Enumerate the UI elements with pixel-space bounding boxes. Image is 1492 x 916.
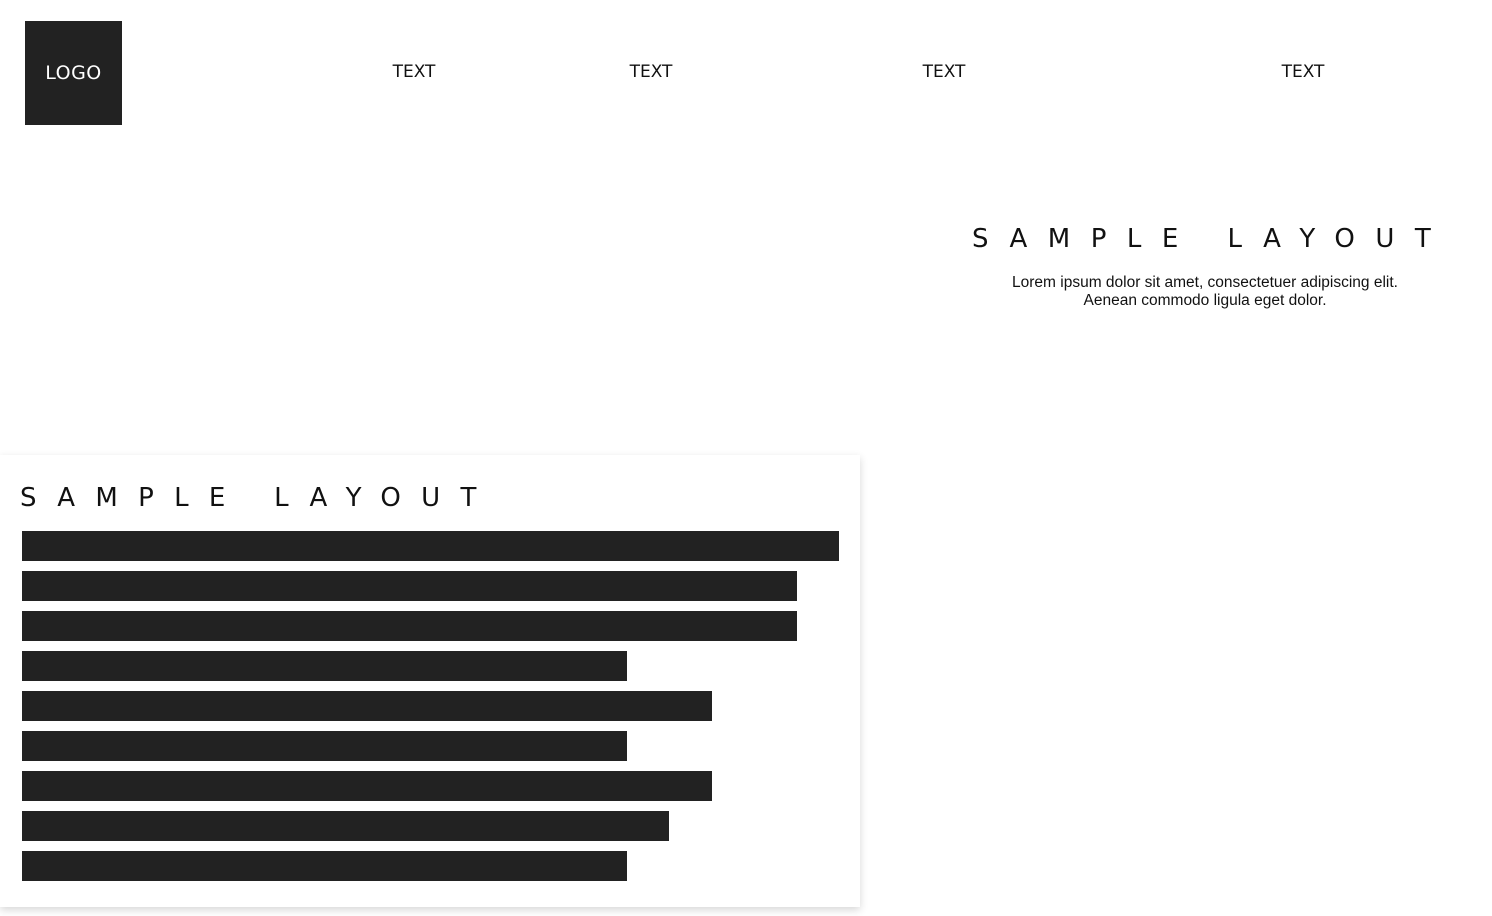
placeholder-line (22, 731, 627, 761)
hero-description: Lorem ipsum dolor sit amet, consectetuer… (965, 274, 1445, 310)
placeholder-line (22, 651, 627, 681)
placeholder-line (22, 771, 712, 801)
content-card: SAMPLE LAYOUT (0, 455, 860, 907)
nav-item-3[interactable]: TEXT (923, 62, 966, 82)
placeholder-line (22, 691, 712, 721)
logo[interactable]: LOGO (25, 21, 122, 125)
nav-item-4[interactable]: TEXT (1282, 62, 1325, 82)
hero-description-line-2: Aenean commodo ligula eget dolor. (1083, 292, 1327, 309)
card-title: SAMPLE LAYOUT (20, 483, 497, 513)
placeholder-line (22, 531, 839, 561)
hero-description-line-1: Lorem ipsum dolor sit amet, consectetuer… (1012, 274, 1398, 291)
placeholder-line (22, 611, 797, 641)
placeholder-line (22, 571, 797, 601)
placeholder-line (22, 811, 669, 841)
nav-item-1[interactable]: TEXT (393, 62, 436, 82)
placeholder-line (22, 851, 627, 881)
nav-item-2[interactable]: TEXT (630, 62, 673, 82)
hero-title: SAMPLE LAYOUT (972, 224, 1452, 254)
